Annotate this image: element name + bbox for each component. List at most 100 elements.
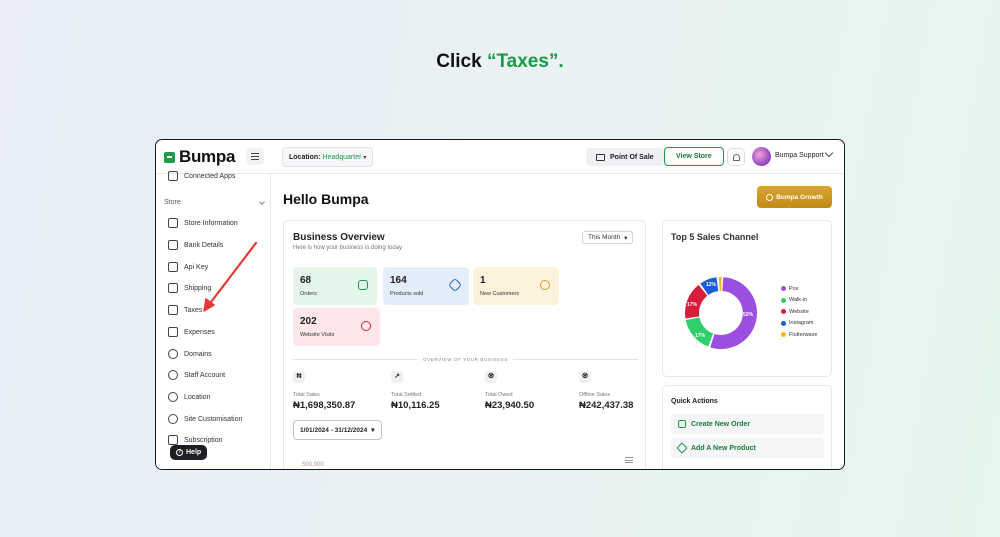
stat-label: Total Owed [485, 392, 513, 398]
sidebar-item-expenses[interactable]: Expenses [168, 327, 215, 337]
trend-up-icon: ↗ [391, 371, 403, 383]
apps-icon [168, 171, 178, 181]
offline-sales-stat: ♼ Offline Sales ₦242,437.38 [579, 371, 659, 411]
legend-label: Flutterwave [789, 331, 818, 338]
website-visits-label: Website Visits [300, 332, 335, 338]
chart-menu-icon[interactable] [625, 457, 633, 463]
sales-channel-legend: Pos Walk-in Website Instagram Flutterwav… [781, 283, 817, 341]
api-icon [168, 262, 178, 272]
stat-label: Total Settled [391, 392, 422, 398]
orders-tile[interactable]: 68 Orders [293, 267, 377, 305]
view-store-button[interactable]: View Store [664, 147, 724, 166]
help-label: Help [186, 449, 202, 456]
orders-count: 68 [300, 275, 312, 286]
account-name[interactable]: Bumpa Support [775, 152, 824, 159]
sidebar-item-label: Domains [184, 350, 212, 358]
new-customers-tile[interactable]: 1 New Customers [473, 267, 559, 305]
check-circle-icon [766, 193, 774, 201]
location-value: Headquarter [322, 153, 362, 161]
bumpa-growth-button[interactable]: Bumpa Growth [757, 186, 832, 208]
store-icon [168, 218, 178, 228]
money-hand-icon: ♼ [579, 371, 591, 383]
sidebar-item-bank-details[interactable]: Bank Details [168, 240, 223, 250]
new-customers-count: 1 [480, 275, 486, 286]
caret-down-icon: ▾ [371, 427, 375, 434]
point-of-sale-button[interactable]: Point Of Sale [586, 148, 664, 166]
tag-icon [447, 277, 463, 293]
products-sold-tile[interactable]: 164 Products sold [383, 267, 469, 305]
legend-dot [781, 309, 786, 315]
menu-toggle-button[interactable] [246, 148, 264, 165]
brand-logo[interactable]: Bumpa [164, 147, 235, 167]
sidebar-item-subscription[interactable]: Subscription [168, 435, 223, 445]
legend-label: Walk-in [789, 297, 808, 304]
help-button[interactable]: ? Help [170, 445, 208, 460]
stat-label: Total Sales [293, 392, 320, 398]
location-icon [168, 392, 178, 402]
sidebar-item-label: Bank Details [184, 241, 224, 249]
instruction-prefix: Click [436, 51, 487, 72]
sidebar-item-api-key[interactable]: Api Key [168, 262, 208, 272]
legend-dot [781, 297, 786, 303]
sidebar-item-store-information[interactable]: Store Information [168, 218, 238, 228]
question-icon: ? [176, 449, 183, 456]
website-visits-count: 202 [300, 316, 317, 327]
sidebar-item-site-customisation[interactable]: Site Customisation [168, 414, 242, 424]
sidebar-item-label: Site Customisation [184, 415, 243, 423]
business-overview-card: Business Overview Here is how your busin… [283, 220, 646, 469]
legend-dot [781, 332, 786, 338]
truck-icon [168, 283, 178, 293]
tag-icon [676, 442, 688, 454]
caret-down-icon: ▾ [363, 154, 367, 161]
stat-value: ₦242,437.38 [579, 400, 634, 411]
cart-icon [358, 280, 368, 290]
notifications-button[interactable] [727, 148, 745, 166]
bank-icon [168, 240, 178, 250]
layers-icon [168, 435, 178, 445]
overview-divider: OVERVIEW OF YOUR BUSINESS [293, 355, 639, 363]
sidebar-item-location[interactable]: Location [168, 392, 210, 402]
instruction-target: “Taxes”. [486, 51, 564, 72]
expenses-icon [168, 327, 178, 337]
order-icon [678, 420, 686, 428]
sidebar-item-label: Taxes [184, 306, 203, 314]
section-label: Store [164, 199, 181, 206]
location-selector[interactable]: Location: Headquarter ▾ [282, 147, 374, 167]
sidebar-item-shipping[interactable]: Shipping [168, 283, 211, 293]
website-percent-label: 17% [687, 302, 698, 308]
period-dropdown[interactable]: This Month ▾ [582, 231, 634, 244]
bumpa-growth-label: Bumpa Growth [776, 193, 823, 201]
avatar[interactable] [752, 147, 771, 166]
stat-label: Offline Sales [579, 392, 611, 398]
naira-icon: ₦ [293, 371, 305, 383]
chevron-down-icon[interactable] [824, 148, 834, 158]
sidebar-item-staff-account[interactable]: Staff Account [168, 370, 225, 380]
brand-name: Bumpa [179, 147, 236, 166]
period-label: This Month [588, 234, 621, 241]
legend-label: Website [789, 308, 809, 315]
legend-item: Instagram [781, 318, 817, 330]
legend-label: Pos [789, 285, 799, 292]
printer-icon [596, 153, 605, 161]
website-visits-tile[interactable]: 202 Website Visits [293, 308, 380, 346]
create-new-order-button[interactable]: Create New Order [671, 414, 824, 434]
products-sold-label: Products sold [390, 291, 424, 297]
total-settled-stat: ↗ Total Settled ₦10,116.25 [391, 371, 471, 411]
date-range-dropdown[interactable]: 1/01/2024 - 31/12/2024 ▾ [293, 420, 382, 440]
sidebar-item-label: Connected Apps [184, 172, 236, 180]
sidebar-item-label: Subscription [184, 436, 223, 444]
orders-label: Orders [300, 291, 317, 297]
caret-down-icon: ▾ [624, 234, 628, 242]
sidebar-section-store[interactable]: Store [164, 199, 265, 206]
sidebar-item-connected-apps[interactable]: Connected Apps [168, 171, 235, 181]
quick-actions-title: Quick Actions [671, 398, 718, 405]
globe-icon [168, 349, 178, 359]
sidebar-item-taxes[interactable]: Taxes [168, 305, 202, 315]
stat-value: ₦23,940.50 [485, 400, 535, 411]
sidebar-item-domains[interactable]: Domains [168, 349, 212, 359]
chevron-down-icon [259, 199, 265, 205]
add-new-product-button[interactable]: Add A New Product [671, 438, 824, 458]
total-owed-stat: ♼ Total Owed ₦23,940.50 [485, 371, 565, 411]
legend-item: Pos [781, 283, 817, 295]
hamburger-icon [251, 152, 259, 154]
